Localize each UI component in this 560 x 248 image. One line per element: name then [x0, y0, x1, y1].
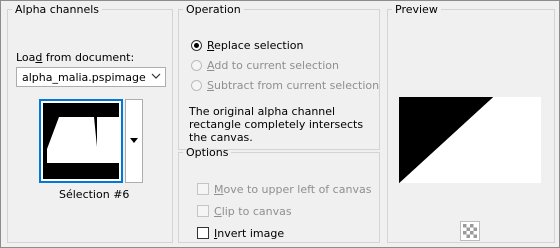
radio-button[interactable]	[191, 59, 202, 71]
radio-add-to-selection[interactable]: Add to current selection	[191, 57, 339, 73]
subtract-from-selection-label: Subtract from current selection	[207, 78, 380, 92]
preview-image	[399, 97, 541, 183]
selection-thumbnail[interactable]	[39, 99, 123, 183]
load-from-document-label: Load from document:	[16, 51, 135, 64]
alpha-channels-legend: Alpha channels	[15, 3, 100, 16]
checkbox[interactable]	[197, 183, 209, 195]
preview-legend: Preview	[395, 3, 438, 16]
thumbnail-dropdown-button[interactable]	[125, 99, 143, 183]
checkbox[interactable]	[197, 205, 209, 217]
checkbox-move-to-upper-left[interactable]: Move to upper left of canvas	[197, 181, 371, 197]
clip-to-canvas-label: Clip to canvas	[214, 204, 292, 218]
checkerboard-icon[interactable]	[460, 221, 480, 241]
operation-legend: Operation	[186, 3, 241, 16]
selection-name: Sélection #6	[59, 188, 130, 201]
add-to-selection-label: Add to current selection	[207, 58, 339, 72]
checkbox[interactable]	[197, 227, 209, 239]
options-group: Options Move to upper left of canvas Cli…	[178, 146, 380, 243]
chevron-down-icon	[151, 73, 161, 79]
operation-group: Operation Replace selection Add to curre…	[178, 3, 380, 150]
replace-selection-label: Replace selection	[207, 38, 304, 52]
checkbox-clip-to-canvas[interactable]: Clip to canvas	[197, 203, 292, 219]
preview-group: Preview	[387, 3, 555, 243]
radio-replace-selection[interactable]: Replace selection	[191, 37, 303, 53]
selection-thumbnail-image	[43, 103, 119, 179]
radio-button[interactable]	[191, 39, 202, 51]
load-selection-from-alpha-dialog: Alpha channels Load from document: alpha…	[0, 0, 560, 248]
invert-image-label: Invert image	[214, 226, 285, 240]
radio-subtract-from-selection[interactable]: Subtract from current selection	[191, 77, 379, 93]
move-to-upper-left-label: Move to upper left of canvas	[214, 182, 372, 196]
document-select-value: alpha_malia.pspimage	[22, 71, 146, 84]
operation-description: The original alpha channel rectangle com…	[189, 105, 364, 144]
checkbox-invert-image[interactable]: Invert image	[197, 225, 284, 241]
options-legend: Options	[186, 146, 229, 159]
alpha-channels-group: Alpha channels Load from document: alpha…	[7, 3, 173, 243]
radio-button[interactable]	[191, 79, 202, 91]
document-select[interactable]: alpha_malia.pspimage	[16, 67, 166, 87]
dropdown-arrow-icon	[130, 138, 138, 143]
